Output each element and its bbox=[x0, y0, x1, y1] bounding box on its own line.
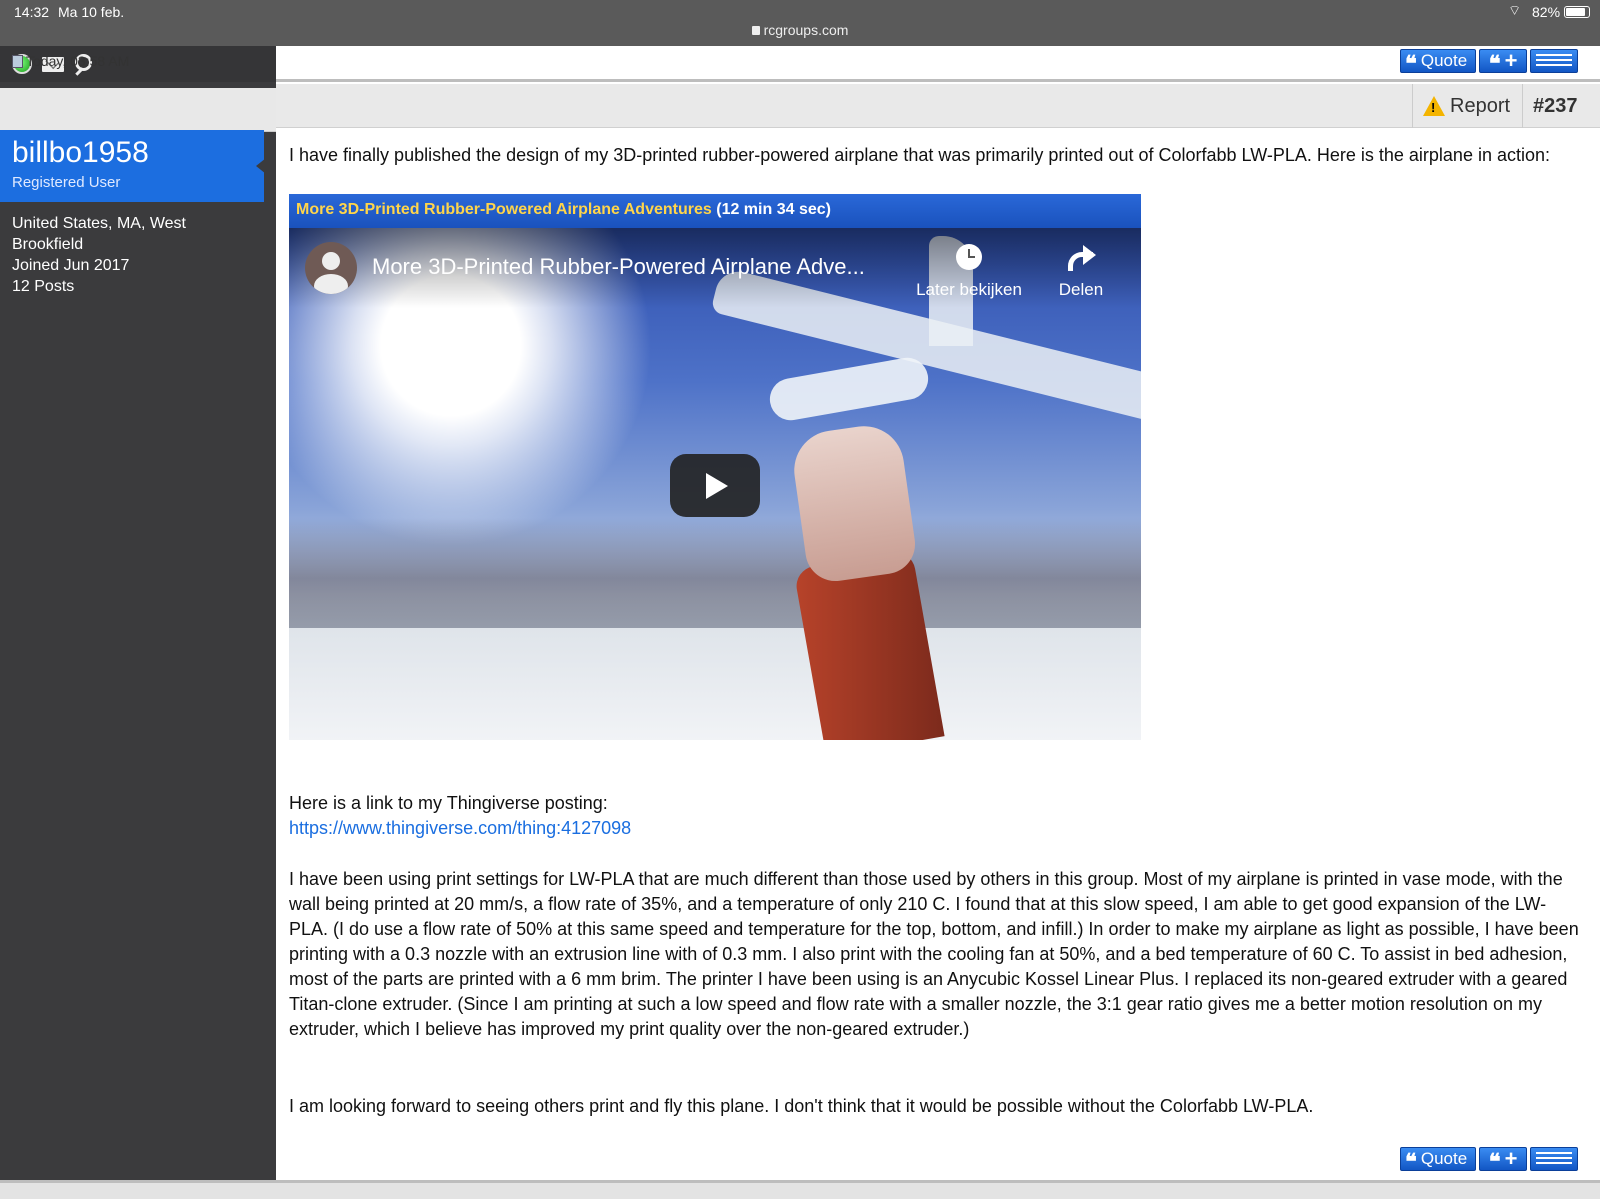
battery-icon bbox=[1564, 6, 1590, 18]
post-buttons-bottom: ❝ Quote ❝ + bbox=[1400, 1146, 1579, 1174]
multi-quote-button[interactable]: ❝ + bbox=[1479, 48, 1528, 76]
thumbnail-hand bbox=[789, 421, 919, 585]
address-bar[interactable]: rcgroups.com bbox=[0, 22, 1600, 38]
post-closing-text: I am looking forward to seeing others pr… bbox=[289, 1096, 1314, 1116]
user-post-count: 12 Posts bbox=[12, 278, 75, 295]
thumbnail-plane-body bbox=[766, 354, 932, 424]
quote-icon: ❝ bbox=[1405, 1149, 1417, 1174]
play-icon[interactable] bbox=[670, 454, 760, 517]
status-date: Ma 10 feb. bbox=[58, 4, 125, 20]
wifi-icon: ⌔ bbox=[1508, 2, 1522, 18]
report-label: Report bbox=[1450, 94, 1511, 117]
document-icon bbox=[12, 54, 23, 68]
report-button[interactable]: Report bbox=[1412, 84, 1520, 128]
share-button[interactable]: Delen bbox=[1041, 244, 1121, 300]
post-buttons-top: ❝ Quote ❝ + bbox=[1400, 48, 1579, 76]
thumbnail-snow bbox=[289, 628, 1141, 740]
youtube-video-title[interactable]: More 3D-Printed Rubber-Powered Airplane … bbox=[372, 254, 865, 280]
quote-icon: ❝ bbox=[1488, 51, 1501, 76]
next-post-strip bbox=[0, 1180, 1600, 1199]
clock-icon bbox=[956, 244, 982, 270]
quote-button[interactable]: ❝ Quote bbox=[1400, 49, 1477, 76]
reply-options-button[interactable] bbox=[1530, 49, 1579, 73]
video-header-title[interactable]: More 3D-Printed Rubber-Powered Airplane … bbox=[296, 201, 712, 218]
multi-quote-button[interactable]: ❝ + bbox=[1479, 1146, 1528, 1174]
status-time: 14:32 bbox=[14, 4, 50, 20]
menu-lines-icon bbox=[1536, 54, 1573, 68]
watch-later-button[interactable]: Later bekijken bbox=[909, 244, 1029, 300]
user-title: Registered User bbox=[12, 174, 121, 191]
user-location: United States, MA, West Brookfield bbox=[12, 215, 186, 253]
ios-status-bar: 14:32 Ma 10 feb. rcgroups.com ⌔ 82% bbox=[0, 0, 1600, 46]
share-icon bbox=[1066, 244, 1096, 271]
thingiverse-link[interactable]: https://www.thingiverse.com/thing:412709… bbox=[289, 816, 631, 841]
quote-icon: ❝ bbox=[1488, 1149, 1501, 1174]
battery-level: 82% bbox=[1532, 4, 1561, 20]
video-duration: (12 min 34 sec) bbox=[716, 201, 831, 218]
thumbnail-trees bbox=[289, 518, 1141, 628]
channel-avatar-icon[interactable] bbox=[305, 242, 357, 294]
user-block-arrow bbox=[256, 150, 276, 182]
username-link[interactable]: billbo1958 bbox=[12, 136, 149, 170]
quote-button[interactable]: ❝ Quote bbox=[1400, 1147, 1477, 1174]
post-date-text: Today, 03:58 AM bbox=[26, 53, 130, 69]
menu-lines-icon bbox=[1536, 1152, 1573, 1166]
embedded-video[interactable]: More 3D-Printed Rubber-Powered Airplane … bbox=[289, 194, 1141, 740]
url-text: rcgroups.com bbox=[763, 22, 849, 38]
plus-icon: + bbox=[1504, 48, 1518, 73]
post-number[interactable]: #237 bbox=[1522, 84, 1588, 128]
post-header bbox=[276, 84, 1600, 128]
date-strip bbox=[0, 88, 276, 132]
quote-icon: ❝ bbox=[1405, 51, 1417, 76]
post-body-text: I have been using print settings for LW-… bbox=[289, 869, 1579, 1039]
post-intro-text: I have finally published the design of m… bbox=[289, 145, 1551, 165]
plus-icon: + bbox=[1504, 1146, 1518, 1171]
post-date: Today, 03:58 AM bbox=[12, 53, 129, 69]
user-info: United States, MA, West Brookfield Joine… bbox=[12, 213, 212, 297]
video-header: More 3D-Printed Rubber-Powered Airplane … bbox=[289, 194, 1141, 228]
warning-icon bbox=[1423, 96, 1445, 116]
lock-icon bbox=[751, 26, 760, 35]
user-joined: Joined Jun 2017 bbox=[12, 257, 130, 274]
link-intro-text: Here is a link to my Thingiverse posting… bbox=[289, 793, 608, 813]
reply-options-button[interactable] bbox=[1530, 1147, 1579, 1171]
